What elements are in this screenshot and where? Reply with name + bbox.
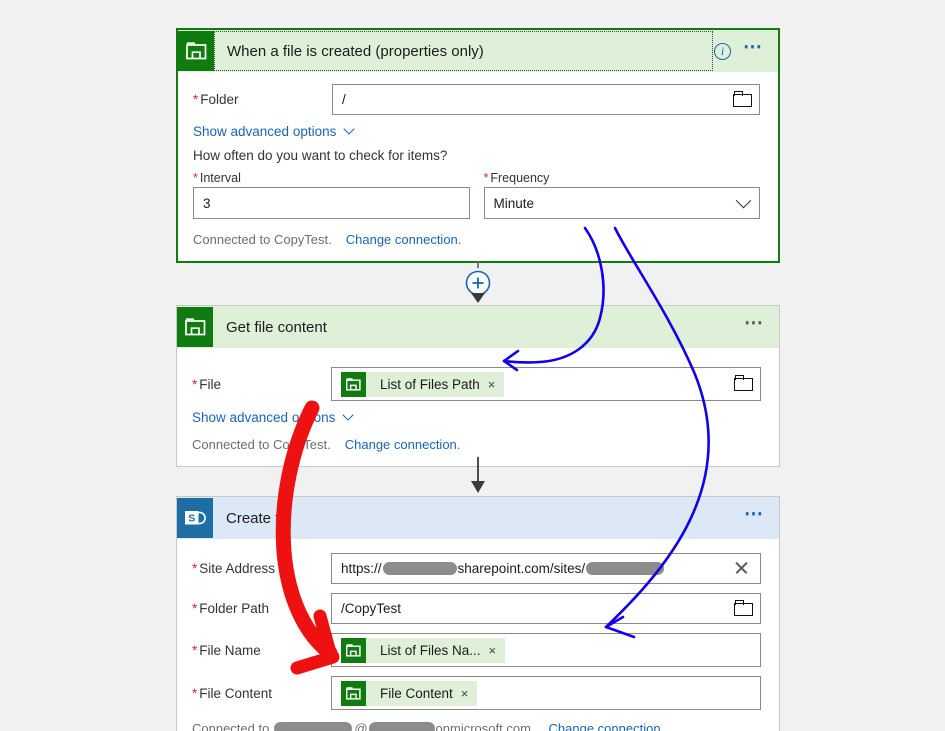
- required-marker: *: [193, 92, 199, 107]
- token-remove-icon[interactable]: ×: [461, 687, 478, 700]
- folder-picker-icon[interactable]: [733, 91, 751, 109]
- card-header-actions-get-file-content: ⋯: [744, 314, 779, 335]
- frequency-value: Minute: [493, 195, 535, 211]
- interval-input[interactable]: 3: [193, 187, 470, 219]
- redaction-block: [382, 562, 457, 575]
- onedrive-folder-icon: [341, 371, 366, 397]
- change-connection-link[interactable]: Change connection.: [346, 232, 462, 247]
- svg-text:S: S: [188, 513, 195, 525]
- field-row-file-content: * File Content File Content ×: [192, 676, 761, 710]
- onedrive-folder-icon: [341, 680, 366, 706]
- field-row-site-address: * Site Address https:// sharepoint.com/si…: [192, 553, 761, 584]
- token-list-of-files-name[interactable]: List of Files Na... ×: [341, 637, 506, 663]
- onedrive-folder-icon: [341, 637, 366, 663]
- file-content-input[interactable]: File Content ×: [331, 676, 761, 710]
- label-site-address: * Site Address: [192, 561, 276, 576]
- frequency-select[interactable]: Minute: [483, 187, 760, 219]
- change-connection-link[interactable]: Change connection.: [345, 437, 461, 452]
- onedrive-folder-icon: [177, 307, 213, 347]
- onedrive-folder-icon: [178, 31, 214, 71]
- check-frequency-question: How often do you want to check for items…: [193, 148, 448, 163]
- connection-status-trigger: Connected to CopyTest. Change connection…: [193, 232, 760, 247]
- connected-to-label: Connected to CopyTest.: [192, 437, 331, 452]
- redaction-block: [586, 562, 665, 575]
- connected-at-symbol: @: [354, 721, 368, 731]
- info-icon[interactable]: i: [714, 42, 731, 60]
- connection-status-get-file-content: Connected to CopyTest. Change connection…: [192, 437, 761, 452]
- ellipsis-icon[interactable]: ⋯: [743, 38, 764, 59]
- field-row-folder: * Folder /: [193, 84, 760, 115]
- card-title-create-file: Create f: [226, 509, 280, 527]
- token-label: List of Files Path: [380, 376, 480, 392]
- folder-picker-icon[interactable]: [734, 600, 752, 618]
- field-group-frequency: * Frequency Minute: [483, 171, 760, 219]
- folder-input[interactable]: /: [332, 84, 760, 115]
- card-title-trigger: When a file is created (properties only): [227, 42, 484, 60]
- chevron-down-icon: [735, 192, 752, 209]
- token-file-content[interactable]: File Content ×: [341, 680, 478, 706]
- interval-frequency-group: * Interval 3 * Frequency Minute: [193, 171, 760, 219]
- label-folder: * Folder: [193, 92, 239, 107]
- label-file-content: * File Content: [192, 685, 273, 701]
- interval-value: 3: [203, 195, 211, 211]
- site-address-input[interactable]: https:// sharepoint.com/sites/: [331, 553, 761, 584]
- connected-to-label: Connected to: [192, 721, 270, 731]
- folder-path-value: /CopyTest: [341, 601, 402, 616]
- card-header-create-file[interactable]: S Create f ⋯: [177, 497, 779, 539]
- connected-to-label: Connected to CopyTest.: [193, 232, 332, 247]
- connected-domain-suffix: onmicrosoft.com.: [435, 721, 535, 731]
- label-interval: * Interval: [193, 171, 241, 185]
- card-header-actions-create-file: ⋯: [744, 505, 779, 526]
- folder-input-value: /: [342, 92, 346, 107]
- label-file: * File: [192, 376, 222, 392]
- clear-x-icon[interactable]: [734, 560, 752, 578]
- action-card-trigger[interactable]: When a file is created (properties only)…: [176, 28, 780, 263]
- folder-path-input[interactable]: /CopyTest: [331, 593, 761, 624]
- file-input[interactable]: List of Files Path ×: [331, 367, 761, 401]
- card-header-get-file-content[interactable]: Get file content ⋯: [177, 306, 779, 348]
- card-body-trigger: * Folder / Show advanced options How ofte…: [178, 72, 778, 261]
- show-advanced-options-link-get-file-content[interactable]: Show advanced options: [192, 408, 761, 425]
- card-body-get-file-content: * File List of Files Path × Show advance…: [177, 348, 779, 466]
- chevron-down-icon: [343, 122, 356, 135]
- show-advanced-options-link-trigger[interactable]: Show advanced options: [193, 122, 760, 139]
- file-name-input[interactable]: List of Files Na... ×: [331, 633, 761, 667]
- field-row-folder-path: * Folder Path /CopyTest: [192, 593, 761, 624]
- show-advanced-options-label: Show advanced options: [192, 410, 336, 425]
- connection-status-create-file: Connected to @ onmicrosoft.com. Change c…: [192, 721, 761, 731]
- token-remove-icon[interactable]: ×: [488, 378, 505, 391]
- ellipsis-icon[interactable]: ⋯: [744, 314, 765, 335]
- card-header-actions-trigger: i ⋯: [714, 38, 778, 60]
- site-address-value-mid: sharepoint.com/sites/: [457, 561, 586, 576]
- change-connection-link[interactable]: Change connection.: [549, 721, 665, 731]
- token-label: List of Files Na...: [380, 642, 481, 658]
- action-card-get-file-content[interactable]: Get file content ⋯ * File List of Files …: [176, 305, 780, 467]
- token-label: File Content: [380, 685, 453, 701]
- site-address-value-prefix: https://: [341, 561, 382, 576]
- field-group-interval: * Interval 3: [193, 171, 470, 219]
- label-frequency: * Frequency: [483, 171, 550, 185]
- redaction-block: [274, 722, 353, 731]
- label-folder-path: * Folder Path: [192, 601, 270, 616]
- action-card-create-file[interactable]: S Create f ⋯ * Site Address https:// shar…: [176, 496, 780, 731]
- chevron-down-icon: [342, 408, 355, 421]
- card-header-trigger[interactable]: When a file is created (properties only)…: [178, 30, 778, 72]
- redaction-block: [368, 722, 435, 731]
- flow-designer-canvas: When a file is created (properties only)…: [0, 0, 945, 731]
- field-row-file-name: * File Name List of Files Na... ×: [192, 633, 761, 667]
- card-title-get-file-content: Get file content: [226, 318, 327, 336]
- token-remove-icon[interactable]: ×: [489, 644, 506, 657]
- show-advanced-options-label: Show advanced options: [193, 124, 337, 139]
- card-body-create-file: * Site Address https:// sharepoint.com/si…: [177, 539, 779, 731]
- ellipsis-icon[interactable]: ⋯: [744, 505, 765, 526]
- field-row-file: * File List of Files Path ×: [192, 367, 761, 401]
- sharepoint-icon: S: [177, 498, 213, 538]
- label-file-name: * File Name: [192, 642, 261, 658]
- folder-picker-icon[interactable]: [734, 375, 752, 393]
- token-list-of-files-path[interactable]: List of Files Path ×: [341, 371, 505, 397]
